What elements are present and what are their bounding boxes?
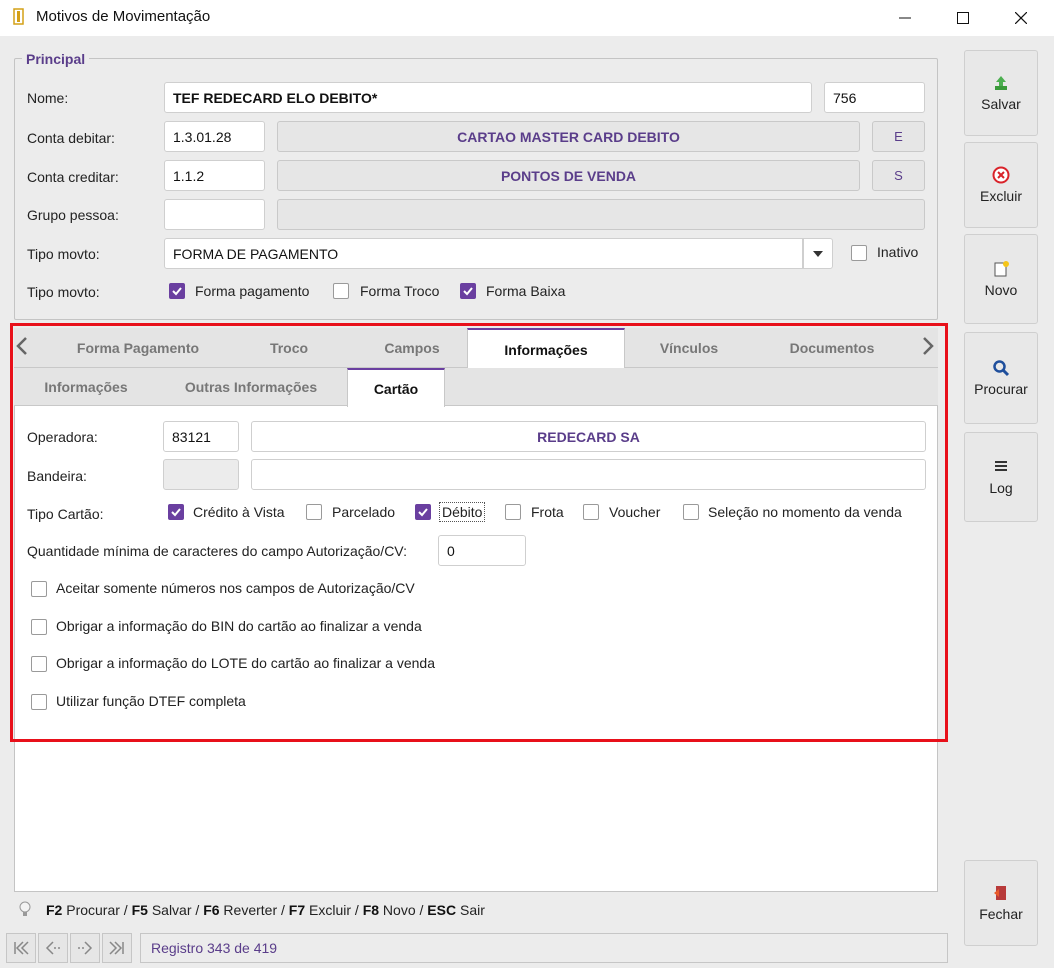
previous-icon (45, 941, 60, 955)
log-label: Log (989, 480, 1013, 496)
excluir-label: Excluir (979, 188, 1022, 204)
conta-debitar-flag: E (872, 121, 925, 152)
conta-debitar-code-field[interactable]: 1.3.01.28 (164, 121, 265, 152)
forma-pagamento-checkbox[interactable] (169, 283, 185, 299)
f7-text: Excluir / (305, 902, 363, 918)
conta-debitar-desc: CARTAO MASTER CARD DEBITO (277, 121, 860, 152)
procurar-button[interactable]: Procurar (964, 332, 1038, 424)
check-icon (172, 287, 182, 296)
esc-text: Sair (456, 902, 485, 918)
fechar-button[interactable]: Fechar (964, 860, 1038, 946)
novo-label: Novo (984, 282, 1018, 298)
conta-creditar-flag: S (872, 160, 925, 191)
forma-troco-label: Forma Troco (360, 283, 440, 299)
conta-creditar-label: Conta creditar: (27, 169, 119, 185)
f8-text: Novo / (379, 902, 428, 918)
grupo-pessoa-desc (277, 199, 925, 230)
highlight-box (10, 323, 948, 742)
log-list-icon (995, 461, 1007, 471)
f6-text: Reverter / (219, 902, 289, 918)
chevron-down-icon (813, 250, 823, 257)
tipo-movto-select[interactable]: FORMA DE PAGAMENTO (164, 238, 803, 269)
forma-troco-checkbox[interactable] (333, 283, 349, 299)
grupo-pessoa-code-field[interactable] (164, 199, 265, 230)
f6-key: F6 (203, 902, 220, 918)
window-title: Motivos de Movimentação (36, 8, 211, 25)
conta-debitar-label: Conta debitar: (27, 130, 115, 146)
new-document-icon (994, 261, 1009, 277)
nome-label: Nome: (27, 90, 69, 106)
esc-key: ESC (427, 902, 457, 918)
inativo-checkbox[interactable] (851, 245, 867, 261)
search-icon (993, 360, 1010, 377)
close-button[interactable] (992, 0, 1050, 36)
forma-baixa-label: Forma Baixa (486, 283, 566, 299)
log-button[interactable]: Log (964, 432, 1038, 522)
procurar-label: Procurar (974, 381, 1028, 397)
f7-key: F7 (288, 902, 306, 918)
next-icon (78, 941, 93, 955)
lightbulb-icon (18, 900, 32, 918)
maximize-button[interactable] (934, 0, 992, 36)
shortcut-hint: F2 Procurar / F5 Salvar / F6 Reverter / … (46, 902, 485, 918)
previous-record-button[interactable] (38, 933, 68, 963)
first-icon (14, 941, 29, 955)
record-status: Registro 343 de 419 (140, 933, 948, 963)
minimize-icon (899, 17, 911, 19)
f2-text: Procurar / (62, 902, 132, 918)
tipo-movto-dropdown-button[interactable] (803, 238, 833, 269)
delete-icon (992, 166, 1010, 184)
close-icon (1015, 12, 1027, 24)
f2-key: F2 (46, 902, 63, 918)
next-record-button[interactable] (70, 933, 100, 963)
exit-door-icon (994, 886, 1006, 900)
salvar-button[interactable]: Salvar (964, 50, 1038, 136)
save-icon (995, 76, 1007, 90)
nome-field[interactable]: TEF REDECARD ELO DEBITO* (164, 82, 812, 113)
salvar-label: Salvar (981, 96, 1021, 112)
app-icon (12, 8, 26, 26)
f8-key: F8 (362, 902, 380, 918)
record-navigator (6, 933, 136, 963)
excluir-button[interactable]: Excluir (964, 142, 1038, 228)
codigo-field[interactable]: 756 (824, 82, 925, 113)
tipo-movto-label: Tipo movto: (27, 246, 100, 262)
maximize-icon (957, 12, 969, 24)
conta-creditar-code-field[interactable]: 1.1.2 (164, 160, 265, 191)
forma-pagamento-label: Forma pagamento (195, 283, 310, 299)
check-icon (463, 287, 473, 296)
first-record-button[interactable] (6, 933, 36, 963)
tipo-movto2-label: Tipo movto: (27, 284, 100, 300)
fechar-label: Fechar (979, 906, 1023, 922)
last-record-button[interactable] (102, 933, 132, 963)
minimize-button[interactable] (876, 0, 934, 36)
forma-baixa-checkbox[interactable] (460, 283, 476, 299)
f5-key: F5 (131, 902, 148, 918)
principal-legend: Principal (22, 51, 90, 67)
grupo-pessoa-label: Grupo pessoa: (27, 207, 119, 223)
last-icon (109, 941, 124, 955)
inativo-label: Inativo (877, 244, 919, 260)
conta-creditar-desc: PONTOS DE VENDA (277, 160, 860, 191)
f5-text: Salvar / (147, 902, 204, 918)
novo-button[interactable]: Novo (964, 234, 1038, 324)
